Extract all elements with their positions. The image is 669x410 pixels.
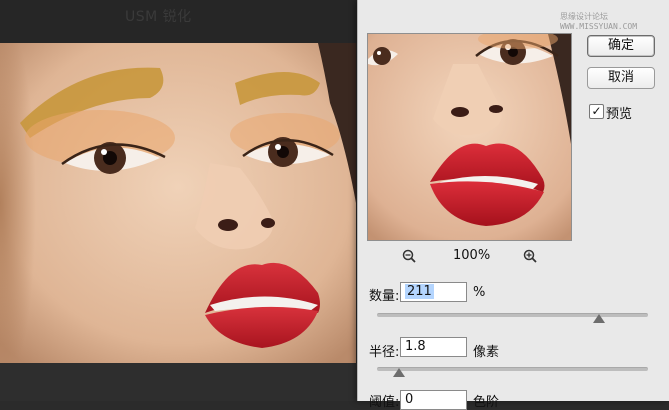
radius-label: 半径: [369,345,400,360]
radius-input[interactable]: 1.8 [400,337,467,357]
amount-label: 数量: [369,289,400,304]
threshold-input[interactable]: 0 [400,390,467,410]
face-photo [0,43,356,363]
canvas-bottom-strip [0,363,358,401]
zoom-level: 100% [453,248,491,263]
radius-unit: 像素 [473,345,500,360]
dialog-title: USM 锐化 [125,9,192,25]
amount-slider[interactable] [377,313,648,317]
zoom-in-icon[interactable] [523,248,537,263]
preview-photo [368,34,571,240]
zoom-out-icon[interactable] [402,248,416,263]
preview-window[interactable] [367,33,572,241]
amount-unit: % [473,285,486,300]
amount-input[interactable]: 211 [400,282,467,302]
ok-button[interactable]: 确定 [587,35,655,57]
watermark: 思缘设计论坛 WWW.MISSYUAN.COM [560,12,638,31]
radius-slider-thumb[interactable] [392,368,405,377]
amount-value: 211 [405,284,434,299]
checkbox-check-icon: ✓ [591,104,602,118]
preview-label[interactable]: 预览 [606,103,632,122]
cancel-button[interactable]: 取消 [587,67,655,89]
canvas-photo[interactable] [0,43,356,363]
radius-slider[interactable] [377,367,648,371]
amount-slider-thumb[interactable] [593,314,606,323]
preview-checkbox[interactable]: ✓ [589,104,604,119]
